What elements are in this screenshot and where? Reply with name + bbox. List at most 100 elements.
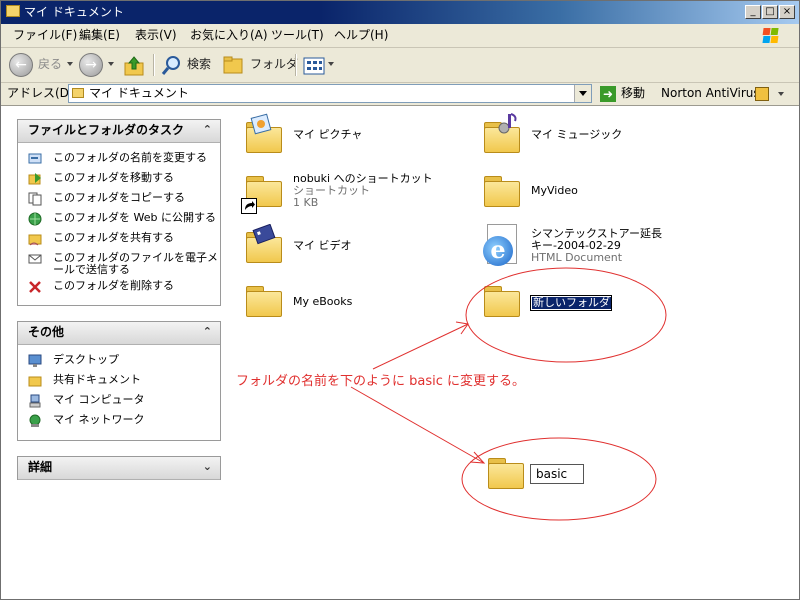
go-button-label[interactable]: 移動 (621, 86, 645, 101)
delete-icon (29, 281, 41, 293)
item-size: 1 KB (293, 196, 319, 209)
views-icon[interactable] (303, 57, 325, 75)
item-name: マイ ビデオ (293, 239, 352, 252)
norton-antivirus-button[interactable]: Norton AntiVirus (661, 86, 760, 101)
place-label: デスクトップ (53, 353, 119, 366)
back-arrow-icon[interactable]: ← (9, 53, 33, 77)
task-label: このフォルダを共有する (53, 231, 174, 244)
menu-view[interactable]: 表示(V) (135, 28, 177, 43)
task-pane: ファイルとフォルダのタスク ⌃ このフォルダの名前を変更する このフォルダを移動… (1, 106, 234, 599)
desktop-icon (28, 354, 42, 367)
address-dropdown-button[interactable] (574, 85, 591, 102)
panel-title: ファイルとフォルダのタスク (28, 123, 185, 137)
folder-icon (486, 456, 526, 490)
minimize-button[interactable]: _ (745, 5, 761, 19)
rename-selected-text: 新しいフォルダ (532, 296, 611, 309)
place-label: マイ ネットワーク (53, 413, 145, 426)
html-document-icon: e (483, 224, 523, 268)
address-input[interactable]: マイ ドキュメント (68, 84, 592, 103)
address-value: マイ ドキュメント (89, 86, 189, 100)
close-button[interactable]: × (779, 5, 795, 19)
place-label: 共有ドキュメント (53, 373, 141, 386)
back-dropdown-icon[interactable] (67, 62, 73, 66)
details-panel: 詳細 ⌄ (17, 456, 221, 480)
task-label: このフォルダを Web に公開する (53, 211, 216, 224)
task-email-files[interactable]: このフォルダのファイルを電子メールで送信する (28, 251, 218, 278)
explorer-window: マイ ドキュメント _ □ × ファイル(F) 編集(E) 表示(V) お気に入… (0, 0, 800, 600)
folder-icon (244, 284, 284, 318)
folders-button-label[interactable]: フォルダ (250, 57, 298, 72)
computer-icon (29, 394, 41, 408)
folder-icon (482, 174, 522, 208)
title-bar[interactable]: マイ ドキュメント _ □ × (1, 1, 799, 24)
collapse-chevron-icon[interactable]: ⌃ (203, 122, 212, 138)
task-label: このフォルダの名前を変更する (53, 151, 207, 164)
item-name: My eBooks (293, 295, 353, 308)
forward-arrow-icon[interactable]: → (79, 53, 103, 77)
search-icon[interactable] (161, 54, 183, 76)
menu-tools[interactable]: ツール(T) (271, 28, 324, 43)
move-icon (28, 173, 41, 185)
toolbar-separator (153, 54, 155, 76)
panel-title: 詳細 (28, 460, 53, 474)
folders-icon[interactable] (223, 55, 245, 75)
folder-icon (6, 5, 20, 17)
toolbar: ← 戻る → 検索 フォルダ (1, 48, 799, 83)
shortcut-arrow-icon (241, 198, 257, 214)
place-label: マイ コンピュータ (53, 393, 145, 406)
maximize-button[interactable]: □ (762, 5, 778, 19)
panel-header[interactable]: ファイルとフォルダのタスク ⌃ (18, 120, 220, 143)
rename-icon (28, 153, 42, 164)
annotation-text: フォルダの名前を下のように basic に変更する。 (236, 374, 526, 389)
window-title: マイ ドキュメント (24, 5, 124, 19)
item-name: マイ ピクチャ (293, 128, 363, 141)
network-icon (29, 414, 41, 427)
norton-dropdown-icon[interactable] (778, 92, 784, 96)
menu-file[interactable]: ファイル(F) (13, 28, 77, 43)
go-arrow-icon[interactable]: ➜ (600, 86, 616, 102)
share-icon (28, 234, 42, 246)
music-icon (498, 113, 517, 134)
back-button-label[interactable]: 戻る (38, 57, 62, 72)
collapse-chevron-icon[interactable]: ⌃ (203, 324, 212, 340)
video-icon (252, 224, 276, 245)
item-name: MyVideo (531, 184, 578, 197)
windows-logo-icon (762, 28, 779, 43)
views-dropdown-icon[interactable] (328, 62, 334, 66)
folder-icon (482, 284, 522, 318)
example-name: basic (536, 467, 568, 481)
expand-chevron-icon[interactable]: ⌄ (203, 459, 212, 475)
rename-input[interactable]: 新しいフォルダ (530, 295, 612, 311)
menu-edit[interactable]: 編集(E) (79, 28, 120, 43)
task-label: このフォルダを移動する (53, 171, 174, 184)
email-icon (28, 254, 42, 264)
task-label: このフォルダのファイルを電子メールで送信する (53, 251, 218, 276)
task-label: このフォルダを削除する (53, 279, 174, 292)
panel-header[interactable]: その他 ⌃ (18, 322, 220, 345)
shared-folder-icon (28, 376, 42, 387)
item-name: シマンテックストアー延長キー-2004-02-29 (531, 227, 663, 252)
folder-icon (72, 88, 84, 98)
up-folder-icon[interactable] (123, 55, 145, 77)
file-folder-tasks-panel: ファイルとフォルダのタスク ⌃ このフォルダの名前を変更する このフォルダを移動… (17, 119, 221, 306)
address-bar: アドレス(D) マイ ドキュメント ➜ 移動 Norton AntiVirus (1, 83, 799, 106)
menu-bar: ファイル(F) 編集(E) 表示(V) お気に入り(A) ツール(T) ヘルプ(… (1, 24, 799, 48)
norton-antivirus-icon[interactable] (755, 87, 769, 101)
item-name: マイ ミュージック (531, 128, 623, 141)
item-type: HTML Document (531, 251, 623, 264)
globe-icon (28, 212, 42, 226)
copy-icon (28, 192, 42, 206)
address-label: アドレス(D) (7, 86, 74, 100)
other-places-panel: その他 ⌃ デスクトップ 共有ドキュメント マイ コンピュータ マイ ネットワー… (17, 321, 221, 441)
pictures-icon (250, 113, 272, 135)
panel-title: その他 (28, 325, 65, 339)
forward-dropdown-icon[interactable] (108, 62, 114, 66)
menu-favorites[interactable]: お気に入り(A) (190, 28, 268, 43)
example-name-box: basic (530, 464, 584, 484)
task-label: このフォルダをコピーする (53, 191, 185, 204)
toolbar-separator (295, 54, 297, 76)
menu-help[interactable]: ヘルプ(H) (334, 28, 388, 43)
file-list: マイ ピクチャ マイ ミュージック nobuki へのショートカット ショートカ… (234, 106, 799, 599)
panel-header[interactable]: 詳細 ⌄ (18, 457, 220, 480)
search-button-label[interactable]: 検索 (187, 57, 211, 72)
